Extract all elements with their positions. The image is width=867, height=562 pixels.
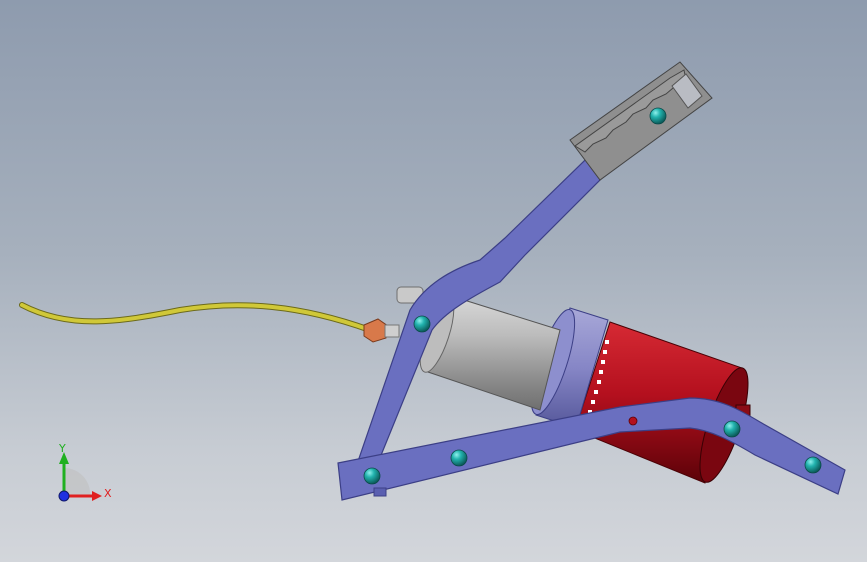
pin-base-end: [804, 456, 822, 474]
pin-base-mid: [450, 449, 468, 467]
pin-pedal: [649, 107, 667, 125]
z-axis-icon: [58, 490, 70, 502]
foot-pump-3d-model[interactable]: [0, 0, 867, 562]
pedal-grip[interactable]: [569, 61, 713, 181]
coordinate-triad: Y X: [58, 442, 112, 502]
pin-base-left: [363, 467, 381, 485]
hose-nut[interactable]: [363, 318, 400, 343]
base-bar[interactable]: [337, 397, 846, 501]
triad-plane-icon: [64, 467, 91, 496]
pin-base-right: [723, 420, 741, 438]
pin-small-red: [628, 416, 638, 426]
pin-lever-joint: [413, 315, 431, 333]
x-axis-label: X: [104, 487, 112, 500]
graphics-viewport[interactable]: Y X: [0, 0, 867, 562]
y-axis-label: Y: [58, 442, 66, 455]
